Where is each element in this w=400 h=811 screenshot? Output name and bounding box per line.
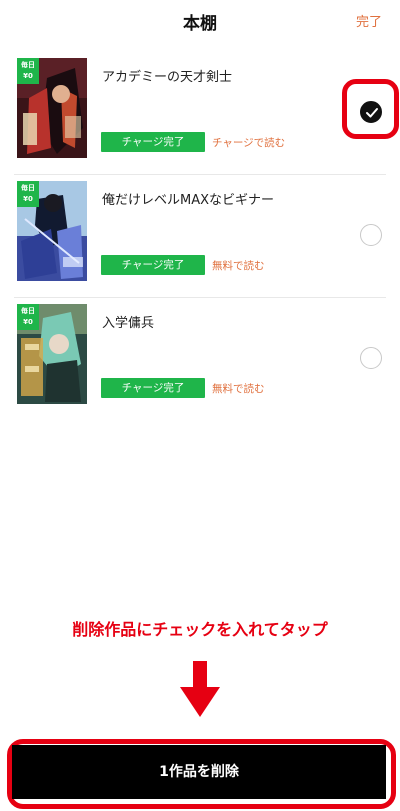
list-item[interactable]: 毎日 ¥0 アカデミーの天才剣士 チャージ完了 チャージで読む [0,52,400,175]
book-list: 毎日 ¥0 アカデミーの天才剣士 チャージ完了 チャージで読む 毎日 ¥0 俺だ… [0,52,400,419]
done-button[interactable]: 完了 [356,11,382,30]
read-link[interactable]: 無料で読む [212,381,265,396]
charge-status-badge: チャージ完了 [101,378,205,398]
select-checkbox[interactable] [360,347,382,369]
header: 本棚 完了 [0,0,400,42]
charge-status-badge: チャージ完了 [101,132,205,152]
select-checkbox[interactable] [360,224,382,246]
book-title[interactable]: 入学傭兵 [102,312,154,331]
cover-daily-free-badge: 毎日 ¥0 [17,304,39,330]
charge-status-badge: チャージ完了 [101,255,205,275]
book-cover-image[interactable]: 毎日 ¥0 [17,181,87,281]
cover-daily-free-badge: 毎日 ¥0 [17,58,39,84]
list-item[interactable]: 毎日 ¥0 入学傭兵 チャージ完了 無料で読む [0,298,400,419]
cover-daily-free-badge: 毎日 ¥0 [17,181,39,207]
book-title[interactable]: 俺だけレベルMAXなビギナー [102,189,274,208]
book-title[interactable]: アカデミーの天才剣士 [102,66,232,85]
read-link[interactable]: 無料で読む [212,258,265,273]
book-cover-image[interactable]: 毎日 ¥0 [17,304,87,404]
arrow-down-icon [180,661,220,717]
delete-button[interactable]: 1作品を削除 [12,745,386,799]
page-title: 本棚 [183,14,217,34]
instruction-annotation: 削除作品にチェックを入れてタップ [72,620,328,639]
list-item[interactable]: 毎日 ¥0 俺だけレベルMAXなビギナー チャージ完了 無料で読む [0,175,400,298]
book-cover-image[interactable]: 毎日 ¥0 [17,58,87,158]
read-link[interactable]: チャージで読む [212,135,285,150]
annotation-highlight-ring [342,79,399,139]
